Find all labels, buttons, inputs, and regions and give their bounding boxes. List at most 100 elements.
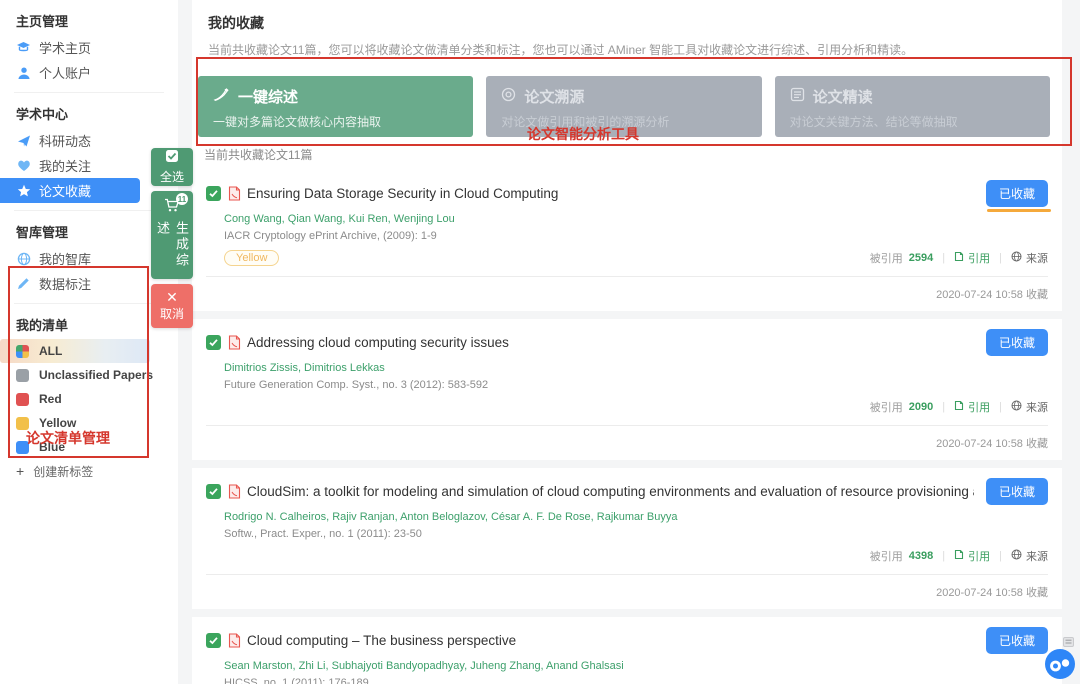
paper-plane-icon (16, 133, 31, 148)
quote-icon (954, 251, 964, 265)
quote-icon (954, 549, 964, 563)
bulk-actions: 全选 11 生成综述 ✕ 取消 (151, 148, 193, 328)
paper-authors[interactable]: Sean Marston, Zhi Li, Subhajyoti Bandyop… (224, 660, 1048, 672)
section-header-my-lists: 我的清单 (16, 318, 69, 333)
paper-venue: HICSS, no. 1 (2011): 176-189 (224, 677, 369, 684)
tool-card-summary[interactable]: 一键综述 一键对多篇论文做核心内容抽取 (198, 76, 474, 137)
tool-card-desc: 对论文关键方法、结论等做抽取 (789, 115, 958, 129)
generate-summary-button[interactable]: 11 生成综述 (151, 191, 193, 279)
cited-by-label: 被引用 (869, 253, 903, 265)
list-gap (192, 609, 1062, 617)
sidebar-item-label: 个人账户 (39, 66, 92, 81)
paper-title[interactable]: Addressing cloud computing security issu… (247, 335, 974, 350)
list-item[interactable]: ALL (0, 339, 150, 363)
cited-by-count: 2594 (908, 252, 934, 264)
sidebar: 主页管理 学术主页 个人账户 学术中心 科研动态 我的关注 论文收藏 智库管理 (0, 0, 178, 684)
list-color-swatch (16, 368, 29, 382)
source-link[interactable]: 来源 (1011, 250, 1048, 266)
cite-link[interactable]: 引用 (954, 399, 990, 415)
heart-icon (16, 158, 31, 173)
collect-date: 2020-07-24 10:58 收藏 (936, 289, 1048, 301)
page-title: 我的收藏 (208, 15, 264, 31)
paper-stats: 被引用 2594 | 引用 | 来源 (870, 250, 1048, 266)
cite-label: 引用 (968, 253, 991, 265)
cart-icon: 11 (164, 193, 188, 216)
sidebar-item-academic-home[interactable]: 学术主页 (0, 35, 178, 60)
paper-item: Cloud computing – The business perspecti… (192, 617, 1062, 684)
cited-by-count: 2090 (908, 401, 934, 413)
main-content: 我的收藏 当前共收藏论文11篇，您可以将收藏论文做清单分类和标注，您也可以通过 … (192, 0, 1062, 684)
assistant-widget-icon[interactable] (1044, 648, 1076, 684)
divider: | (999, 401, 1002, 413)
sidebar-item-label: 学术主页 (39, 41, 92, 56)
selected-count-badge: 11 (176, 193, 188, 205)
annotation-label-lists: 论文清单管理 (26, 430, 110, 446)
paper-stats: 被引用 4398 | 引用 | 来源 (870, 548, 1048, 564)
cited-by-count: 4398 (908, 550, 934, 562)
select-all-label: 全选 (159, 170, 184, 184)
divider (14, 210, 164, 211)
divider (14, 92, 164, 93)
cite-label: 引用 (968, 402, 991, 414)
cite-link[interactable]: 引用 (954, 250, 990, 266)
sidebar-item-label: 数据标注 (39, 277, 92, 292)
pdf-icon (228, 335, 241, 350)
list-color-swatch (16, 344, 29, 358)
paper-title[interactable]: CloudSim: a toolkit for modeling and sim… (247, 484, 974, 499)
pen-icon (213, 87, 230, 106)
collected-button[interactable]: 已收藏 (985, 180, 1048, 207)
list-item[interactable]: Red (0, 387, 178, 411)
paper-venue: Future Generation Comp. Syst., no. 3 (20… (224, 379, 489, 391)
cite-link[interactable]: 引用 (954, 548, 990, 564)
select-all-button[interactable]: 全选 (151, 148, 193, 186)
collect-date: 2020-07-24 10:58 收藏 (936, 587, 1048, 599)
divider: | (999, 252, 1002, 264)
globe-icon (1011, 251, 1022, 265)
globe-icon (1011, 549, 1022, 563)
collected-button[interactable]: 已收藏 (985, 627, 1048, 654)
tool-card-title: 论文溯源 (524, 89, 585, 106)
source-link[interactable]: 来源 (1011, 548, 1048, 564)
paper-title[interactable]: Ensuring Data Storage Security in Cloud … (247, 186, 974, 201)
paper-checkbox[interactable] (206, 335, 221, 350)
list-item[interactable]: Unclassified Papers (0, 363, 178, 387)
paper-title[interactable]: Cloud computing – The business perspecti… (247, 633, 974, 648)
paper-checkbox[interactable] (206, 484, 221, 499)
pdf-icon (228, 633, 241, 648)
sidebar-item-paper-collection[interactable]: 论文收藏 (0, 178, 140, 203)
paper-authors[interactable]: Dimitrios Zissis, Dimitrios Lekkas (224, 362, 1048, 374)
paper-authors[interactable]: Cong Wang, Qian Wang, Kui Ren, Wenjing L… (224, 213, 1048, 225)
create-tag-button[interactable]: + 创建新标签 (0, 459, 178, 483)
paper-checkbox[interactable] (206, 633, 221, 648)
list-item-label: Red (39, 392, 62, 406)
user-icon (16, 65, 31, 80)
collected-underline (987, 209, 1051, 212)
collected-button[interactable]: 已收藏 (985, 329, 1048, 356)
tool-card-title: 一键综述 (238, 89, 299, 106)
source-label: 来源 (1026, 402, 1048, 414)
paper-item: CloudSim: a toolkit for modeling and sim… (192, 468, 1062, 609)
tag-pill[interactable]: Yellow (224, 250, 280, 266)
quote-icon (954, 400, 964, 414)
generate-summary-label: 生成综述 (155, 221, 189, 269)
paper-venue: Softw., Pract. Exper., no. 1 (2011): 23-… (224, 528, 422, 540)
source-label: 来源 (1026, 551, 1048, 563)
divider: | (942, 252, 946, 264)
paper-item: Ensuring Data Storage Security in Cloud … (192, 170, 1062, 311)
paper-authors[interactable]: Rodrigo N. Calheiros, Rajiv Ranjan, Anto… (224, 511, 1048, 523)
collect-date: 2020-07-24 10:58 收藏 (936, 438, 1048, 450)
paper-tags: Yellow (224, 250, 280, 266)
collected-button[interactable]: 已收藏 (985, 478, 1048, 505)
document-icon (790, 87, 805, 106)
cited-by-label: 被引用 (869, 551, 903, 563)
sidebar-item-personal-account[interactable]: 个人账户 (0, 60, 178, 85)
list-gap (192, 311, 1062, 319)
section-header-thinktank: 智库管理 (16, 225, 69, 240)
source-link[interactable]: 来源 (1011, 399, 1048, 415)
cancel-button[interactable]: ✕ 取消 (151, 284, 193, 328)
create-tag-label: 创建新标签 (33, 464, 94, 479)
paper-checkbox[interactable] (206, 186, 221, 201)
cancel-label: 取消 (159, 306, 184, 321)
source-label: 来源 (1026, 253, 1048, 265)
divider (14, 303, 164, 304)
